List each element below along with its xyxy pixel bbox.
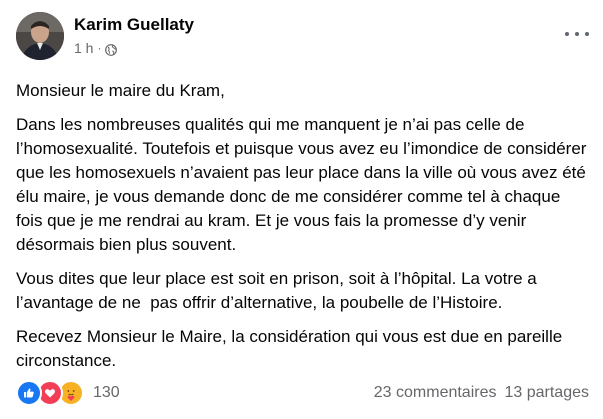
post-header: Karim Guellaty 1 h ·	[16, 12, 194, 60]
post-footer: 130 23 commentaires 13 partages	[16, 378, 589, 408]
shares-count[interactable]: 13 partages	[504, 384, 589, 402]
meta-separator: ·	[97, 41, 102, 55]
author-name[interactable]: Karim Guellaty	[74, 14, 194, 36]
reaction-icons	[16, 380, 84, 406]
comments-count[interactable]: 23 commentaires	[374, 384, 497, 402]
more-dot	[565, 32, 569, 36]
reactions-summary[interactable]: 130	[16, 380, 120, 406]
post-paragraph: Vous dites que leur place est soit en pr…	[16, 269, 542, 312]
post-time[interactable]: 1 h	[74, 39, 93, 57]
more-dot	[585, 32, 589, 36]
facebook-post: Karim Guellaty 1 h · Monsieur le maire d	[0, 0, 603, 419]
post-content: Monsieur le maire du Kram, Dans les nomb…	[16, 79, 591, 373]
author-block: Karim Guellaty 1 h ·	[74, 12, 194, 57]
post-meta: 1 h ·	[74, 39, 194, 57]
post-stats: 23 commentaires 13 partages	[374, 384, 589, 402]
post-paragraph: Recevez Monsieur le Maire, la considérat…	[16, 327, 567, 370]
post-paragraph: Dans les nombreuses qualités qui me manq…	[16, 115, 592, 254]
reaction-count[interactable]: 130	[93, 384, 120, 402]
post-paragraph: Monsieur le maire du Kram,	[16, 81, 225, 100]
author-avatar[interactable]	[16, 12, 64, 60]
more-dot	[575, 32, 579, 36]
more-options-icon[interactable]	[565, 28, 589, 40]
like-icon	[16, 380, 42, 406]
globe-icon	[105, 42, 118, 56]
